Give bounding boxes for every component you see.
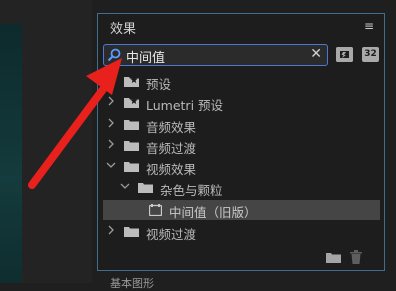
32bit-label: 32	[364, 49, 377, 59]
tree-item-audio-transitions[interactable]: 音频过渡	[106, 136, 376, 156]
chevron-right-icon	[108, 118, 114, 128]
background-workspace	[0, 0, 92, 283]
tree-item-label: 视频效果	[146, 162, 197, 177]
tree-item-lumetri-presets[interactable]: Lumetri 预设	[106, 93, 376, 113]
chevron-down-icon	[120, 183, 130, 189]
tree-item-noise-grain[interactable]: 杂色与颗粒	[120, 178, 376, 198]
preset-folder-icon	[124, 97, 139, 108]
folder-icon	[124, 141, 139, 151]
tree-item-video-effects[interactable]: 视频效果	[106, 157, 376, 177]
tree-item-video-transitions[interactable]: 视频过渡	[106, 222, 376, 242]
panel-title: 效果	[110, 22, 137, 37]
accelerated-icon	[336, 47, 353, 62]
folder-icon	[124, 227, 139, 237]
tree-item-label: 杂色与颗粒	[160, 183, 223, 198]
close-icon[interactable]: ✕	[310, 46, 322, 62]
tree-item-label: 预设	[146, 77, 172, 92]
folder-icon	[138, 183, 153, 193]
tree-item-label: 音频过渡	[146, 141, 197, 156]
32bit-effects-button[interactable]: 32	[362, 47, 379, 62]
tree-item-label: 视频过渡	[146, 227, 197, 242]
trash-icon[interactable]	[350, 250, 362, 264]
tree-item-label: Lumetri 预设	[146, 98, 224, 113]
tree-item-audio-effects[interactable]: 音频效果	[106, 115, 376, 135]
folder-icon	[124, 120, 139, 130]
chevron-right-icon	[108, 96, 114, 106]
chevron-right-icon	[108, 139, 114, 149]
effects-panel: 效果 ≡ 中间值 ✕ 32 预设 Lumetri 预设 音频效果 音频过渡 视频…	[97, 13, 385, 271]
tree-item-label: 音频效果	[146, 120, 197, 135]
new-folder-icon[interactable]	[326, 252, 341, 263]
hamburger-menu-icon[interactable]: ≡	[364, 19, 374, 33]
preset-folder-icon	[124, 76, 139, 87]
chevron-right-icon	[108, 225, 114, 235]
search-input[interactable]: 中间值 ✕	[103, 44, 328, 66]
effect-icon	[149, 204, 162, 216]
folder-icon	[124, 162, 139, 172]
tree-item-label: 中间值（旧版）	[169, 205, 257, 220]
search-value: 中间值	[126, 51, 166, 66]
search-icon	[107, 48, 121, 62]
next-panel-tab-partial: 基本图形	[110, 277, 154, 290]
tree-item-presets[interactable]: 预设	[106, 72, 376, 92]
tree-item-median-legacy[interactable]: 中间值（旧版）	[103, 200, 380, 220]
program-monitor-edge	[0, 24, 22, 283]
chevron-right-icon	[108, 75, 114, 85]
accelerated-effects-button[interactable]	[336, 47, 353, 62]
chevron-down-icon	[106, 162, 116, 168]
